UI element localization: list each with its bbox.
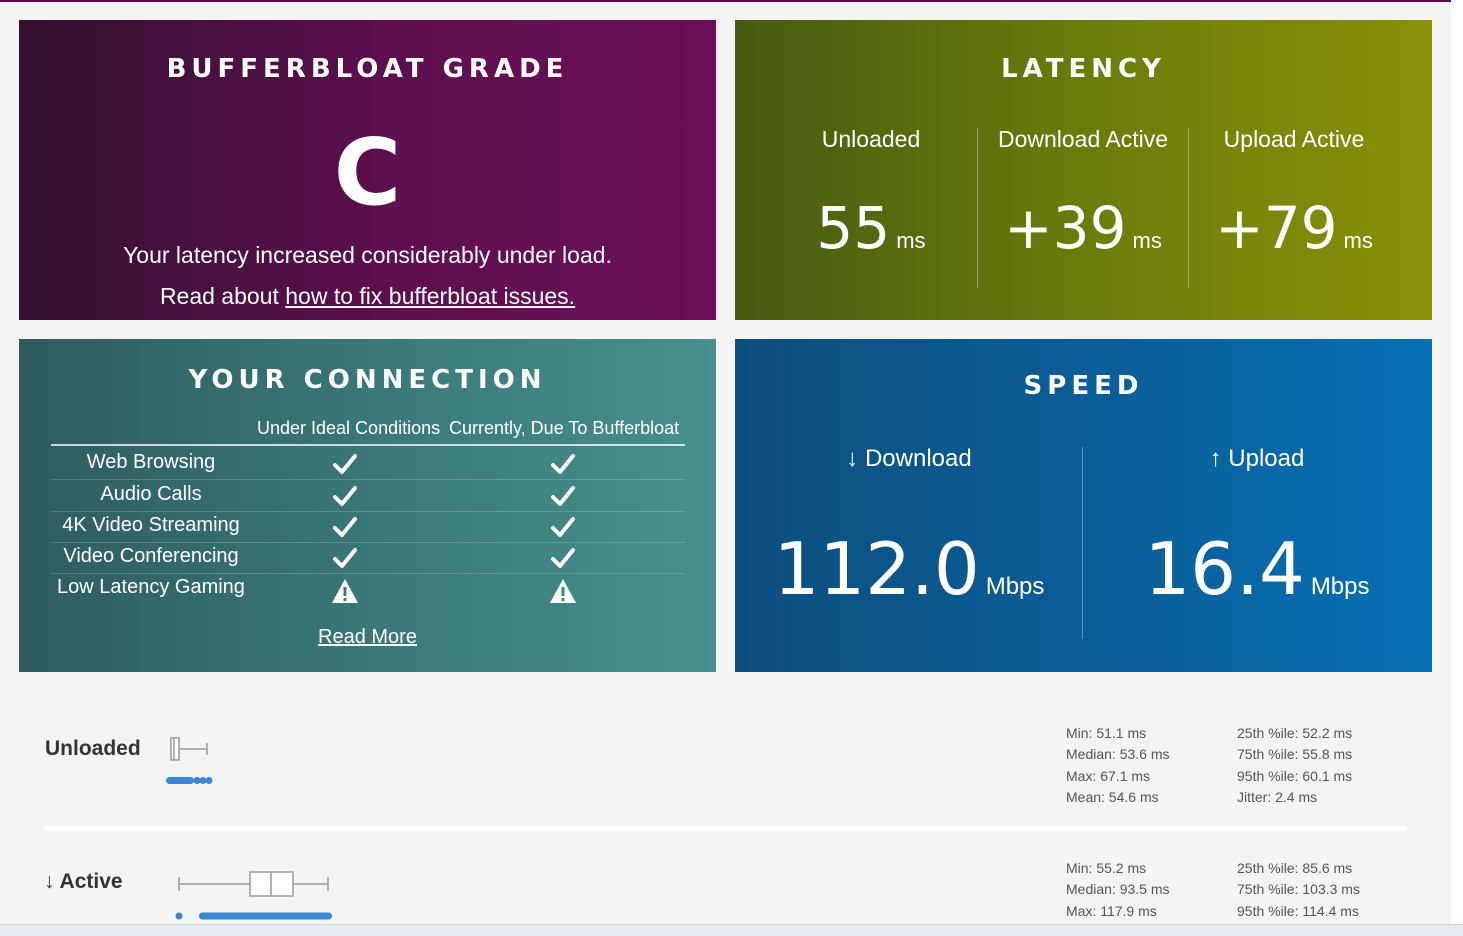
upload-unit: Mbps <box>1310 573 1370 600</box>
connection-card: YOUR CONNECTION Under Ideal Conditions C… <box>19 339 716 672</box>
stat-line: Median: 93.5 ms <box>1066 881 1170 898</box>
speed-title: SPEED <box>1023 371 1144 401</box>
connection-row: 4K Video Streaming <box>51 511 685 543</box>
download-label: ↓ Download <box>846 445 972 472</box>
stat-line: 95th %ile: 60.1 ms <box>1237 767 1353 784</box>
latency-card: LATENCY Unloaded 55 ms Download Active +3… <box>735 20 1432 320</box>
check-icon <box>545 452 581 481</box>
stat-line: 25th %ile: 52.2 ms <box>1237 725 1353 741</box>
bufferbloat-grade-card: BUFFERBLOAT GRADE C Your latency increas… <box>19 20 716 320</box>
use-case-name: 4K Video Streaming <box>62 514 240 536</box>
stat-line: 75th %ile: 103.3 ms <box>1237 881 1360 898</box>
latency-unit: ms <box>1132 228 1162 253</box>
latency-download-active: Download Active +39 ms <box>977 126 1189 306</box>
right-edge <box>1451 0 1463 935</box>
read-more-wrap: Read More <box>19 626 716 649</box>
latency-value: +39 <box>1004 194 1127 262</box>
latency-upload-active: Upload Active +79 ms <box>1188 126 1400 306</box>
top-accent-line <box>0 0 1451 2</box>
stat-line: Min: 51.1 ms <box>1066 725 1147 741</box>
connection-row: Video Conferencing <box>51 542 685 574</box>
stat-line: Max: 67.1 ms <box>1066 767 1151 784</box>
latency-value: +79 <box>1215 194 1338 262</box>
unloaded-boxplot <box>166 737 213 784</box>
unloaded-row-label: Unloaded <box>45 737 141 760</box>
grade-read-line: Read about how to fix bufferbloat issues… <box>19 283 716 310</box>
check-icon <box>327 546 363 575</box>
connection-row: Audio Calls <box>51 480 685 512</box>
warning-icon <box>545 577 581 610</box>
download-active-stats-left: Min: 55.2 ms Median: 93.5 ms Max: 117.9 … <box>1066 858 1170 922</box>
use-case-name: Audio Calls <box>100 483 202 505</box>
use-case-name: Low Latency Gaming <box>57 576 245 598</box>
connection-title: YOUR CONNECTION <box>188 365 547 395</box>
grade-read-prefix: Read about <box>159 283 279 309</box>
grade-title: BUFFERBLOAT GRADE <box>166 54 569 84</box>
download-active-boxplot <box>175 871 332 920</box>
latency-label: Download Active <box>997 126 1169 152</box>
read-more-link[interactable]: Read More <box>318 626 417 648</box>
stat-line: Mean: 54.6 ms <box>1066 788 1159 805</box>
stat-line: Min: 55.2 ms <box>1066 860 1147 876</box>
column-header-ideal: Under Ideal Conditions <box>257 418 441 438</box>
check-icon <box>545 546 581 575</box>
header-rule <box>51 444 685 446</box>
upload-value: 16.4 <box>1144 527 1305 611</box>
speed-download: ↓ Download 112.0 Mbps <box>735 445 1083 645</box>
column-header-current: Currently, Due To Bufferbloat <box>449 418 680 438</box>
connection-row: Web Browsing <box>51 448 685 480</box>
check-icon <box>327 452 363 481</box>
download-unit: Mbps <box>985 573 1045 600</box>
stat-line: 75th %ile: 55.8 ms <box>1237 746 1353 763</box>
use-case-name: Web Browsing <box>86 451 216 473</box>
stat-line: Max: 117.9 ms <box>1066 902 1157 919</box>
check-icon <box>327 484 363 513</box>
grade-letter: C <box>333 119 402 226</box>
use-case-name: Video Conferencing <box>63 545 239 567</box>
stat-line: 25th %ile: 85.6 ms <box>1237 860 1353 876</box>
fix-bufferbloat-link[interactable]: how to fix bufferbloat issues. <box>285 283 575 309</box>
check-icon <box>545 515 581 544</box>
unloaded-stats-left: Min: 51.1 ms Median: 53.6 ms Max: 67.1 m… <box>1066 723 1170 808</box>
latency-value: 55 <box>816 194 891 262</box>
connection-row: Low Latency Gaming <box>51 573 685 604</box>
latency-title: LATENCY <box>1001 54 1166 84</box>
latency-unit: ms <box>1343 228 1373 253</box>
grade-description: Your latency increased considerably unde… <box>123 242 612 268</box>
latency-label: Unloaded <box>821 126 921 152</box>
check-icon <box>545 484 581 513</box>
horizontal-scrollbar[interactable] <box>0 924 1463 936</box>
unloaded-stats-right: 25th %ile: 52.2 ms 75th %ile: 55.8 ms 95… <box>1237 723 1352 808</box>
check-icon <box>327 515 363 544</box>
latency-unloaded: Unloaded 55 ms <box>765 126 977 306</box>
download-active-row-label: ↓ Active <box>44 870 123 893</box>
stats-divider <box>44 826 1407 831</box>
download-active-stats-right: 25th %ile: 85.6 ms 75th %ile: 103.3 ms 9… <box>1237 858 1360 922</box>
upload-label: ↑ Upload <box>1209 445 1305 472</box>
download-value: 112.0 <box>773 527 980 611</box>
speed-upload: ↑ Upload 16.4 Mbps <box>1083 445 1431 645</box>
latency-unit: ms <box>896 228 926 253</box>
warning-icon <box>327 577 363 610</box>
latency-label: Upload Active <box>1223 126 1365 152</box>
stat-line: 95th %ile: 114.4 ms <box>1237 902 1359 919</box>
stat-line: Median: 53.6 ms <box>1066 746 1170 763</box>
speed-card: SPEED ↓ Download 112.0 Mbps ↑ Upload 16.4… <box>735 339 1432 672</box>
stat-line: Jitter: 2.4 ms <box>1237 788 1318 805</box>
